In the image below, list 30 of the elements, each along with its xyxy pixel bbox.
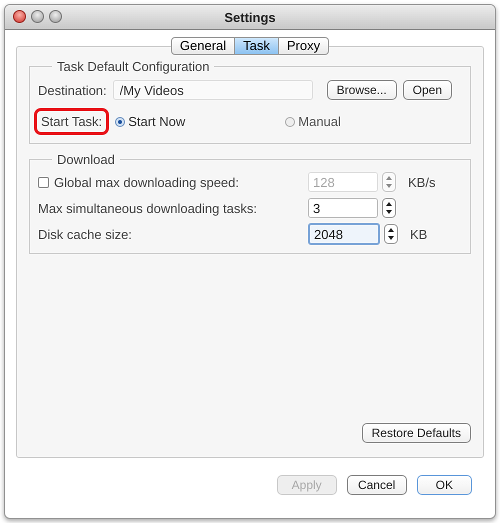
tab[interactable]: Proxy — [278, 37, 330, 55]
close-icon[interactable] — [13, 10, 26, 23]
stepper-icon[interactable] — [382, 198, 396, 218]
browse-button[interactable]: Browse... — [326, 80, 397, 100]
group-title: Download — [56, 152, 116, 167]
radio-label[interactable]: Start Now — [128, 114, 186, 129]
field-label: Disk cache size: — [38, 226, 133, 242]
field-label: Max simultaneous downloading tasks: — [38, 200, 258, 216]
destination-field[interactable]: /My Videos — [112, 80, 313, 100]
field-label: Start Task: — [34, 108, 110, 135]
restore-defaults-button[interactable]: Restore Defaults — [362, 423, 471, 443]
tab[interactable]: General — [170, 37, 236, 55]
radio-button[interactable] — [285, 116, 296, 126]
dialog-button[interactable]: Cancel — [346, 475, 407, 495]
dialog-button[interactable]: OK — [416, 475, 472, 495]
unit-label: KB/s — [408, 174, 436, 190]
radio-button[interactable] — [115, 116, 126, 126]
tab[interactable]: Task — [235, 37, 279, 55]
group-title: Task Default Configuration — [56, 59, 210, 74]
zoom-icon[interactable] — [49, 10, 62, 23]
stepper-icon[interactable] — [384, 224, 398, 244]
field-label: Destination: — [38, 82, 107, 98]
number-field[interactable]: 3 — [308, 198, 378, 218]
number-field[interactable]: 2048 — [308, 223, 380, 245]
minimize-icon[interactable] — [31, 10, 44, 23]
unit-label: KB — [410, 226, 428, 242]
radio-label[interactable]: Manual — [298, 114, 341, 129]
field-label: Global max downloading speed: — [54, 174, 240, 190]
window-title: Settings — [224, 10, 276, 24]
open-button[interactable]: Open — [402, 80, 452, 100]
